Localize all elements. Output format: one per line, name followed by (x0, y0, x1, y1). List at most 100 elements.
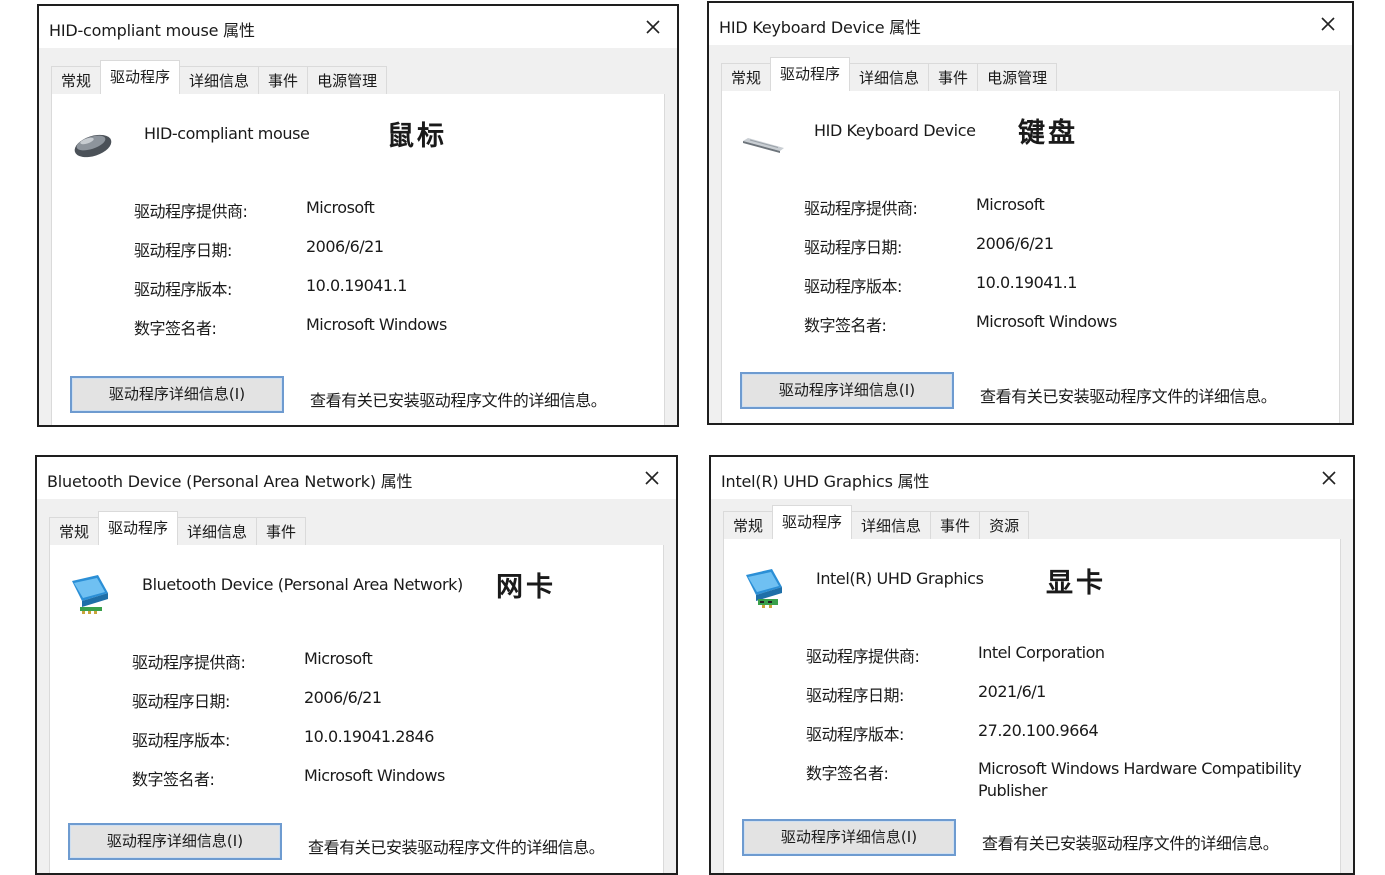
date-value: 2021/6/1 (978, 682, 1046, 701)
close-icon (646, 20, 660, 34)
driver-details-description: 查看有关已安装驱动程序文件的详细信息。 (310, 391, 607, 410)
tab-strip: 常规 驱动程序 详细信息 事件 电源管理 (721, 57, 1058, 91)
provider-label: 驱动程序提供商: (804, 199, 918, 218)
version-value: 10.0.19041.2846 (304, 727, 434, 746)
close-button[interactable] (639, 14, 667, 40)
provider-value: Microsoft (304, 649, 373, 668)
driver-tab-panel: Intel(R) UHD Graphics 显卡 驱动程序提供商: Intel … (723, 539, 1341, 873)
date-value: 2006/6/21 (976, 234, 1054, 253)
display-adapter-icon (742, 565, 788, 611)
driver-details-description: 查看有关已安装驱动程序文件的详细信息。 (980, 387, 1277, 406)
tab-strip: 常规 驱动程序 详细信息 事件 (49, 511, 307, 545)
tab-details[interactable]: 详细信息 (179, 66, 260, 94)
title-bar[interactable]: HID-compliant mouse 属性 (39, 6, 677, 48)
signer-value: Microsoft Windows (304, 766, 445, 785)
driver-details-button[interactable]: 驱动程序详细信息(I) (70, 376, 284, 413)
tab-power-management[interactable]: 电源管理 (977, 63, 1058, 91)
dialog-title: Bluetooth Device (Personal Area Network)… (47, 472, 413, 491)
driver-details-description: 查看有关已安装驱动程序文件的详细信息。 (308, 838, 605, 857)
signer-value: Microsoft Windows (306, 315, 447, 334)
date-label: 驱动程序日期: (806, 686, 904, 705)
tab-details[interactable]: 详细信息 (849, 63, 930, 91)
device-name: Intel(R) UHD Graphics (816, 569, 984, 588)
dialog-title: Intel(R) UHD Graphics 属性 (721, 472, 930, 491)
tab-general[interactable]: 常规 (721, 63, 772, 91)
signer-label: 数字签名者: (804, 316, 887, 335)
title-bar[interactable]: HID Keyboard Device 属性 (709, 3, 1352, 45)
signer-value: Microsoft Windows Hardware Compatibility… (978, 759, 1302, 800)
network-adapter-icon (68, 571, 114, 617)
device-type-annotation: 网卡 (496, 572, 556, 603)
dialog-title: HID Keyboard Device 属性 (719, 18, 921, 37)
keyboard-icon (740, 117, 786, 163)
date-label: 驱动程序日期: (134, 241, 232, 260)
device-name: HID Keyboard Device (814, 121, 976, 140)
tab-events[interactable]: 事件 (258, 66, 309, 94)
version-label: 驱动程序版本: (134, 280, 232, 299)
close-button[interactable] (1314, 11, 1342, 37)
tab-driver[interactable]: 驱动程序 (772, 505, 853, 539)
tab-details[interactable]: 详细信息 (851, 511, 932, 539)
version-value: 27.20.100.9664 (978, 721, 1099, 740)
tab-resources[interactable]: 资源 (979, 511, 1030, 539)
tab-events[interactable]: 事件 (256, 517, 307, 545)
device-type-annotation: 键盘 (1018, 118, 1078, 149)
tab-driver[interactable]: 驱动程序 (98, 511, 179, 545)
close-icon (1321, 17, 1335, 31)
tab-details[interactable]: 详细信息 (177, 517, 258, 545)
tab-strip: 常规 驱动程序 详细信息 事件 电源管理 (51, 60, 388, 94)
mouse-icon (70, 120, 116, 166)
screenshot-canvas: { "labels": { "provider": "驱动程序提供商:", "d… (0, 0, 1385, 875)
version-value: 10.0.19041.1 (306, 276, 407, 295)
provider-label: 驱动程序提供商: (806, 647, 920, 666)
device-name: HID-compliant mouse (144, 124, 310, 143)
driver-details-button[interactable]: 驱动程序详细信息(I) (740, 372, 954, 409)
title-bar[interactable]: Bluetooth Device (Personal Area Network)… (37, 457, 676, 499)
tab-events[interactable]: 事件 (928, 63, 979, 91)
device-type-annotation: 显卡 (1046, 568, 1106, 599)
dialog-title: HID-compliant mouse 属性 (49, 21, 255, 40)
tab-power-management[interactable]: 电源管理 (307, 66, 388, 94)
provider-value: Intel Corporation (978, 643, 1105, 662)
title-bar[interactable]: Intel(R) UHD Graphics 属性 (711, 457, 1353, 499)
tab-general[interactable]: 常规 (723, 511, 774, 539)
bluetooth-pan-properties-dialog: Bluetooth Device (Personal Area Network)… (35, 455, 678, 875)
date-value: 2006/6/21 (304, 688, 382, 707)
signer-label: 数字签名者: (132, 770, 215, 789)
date-value: 2006/6/21 (306, 237, 384, 256)
driver-details-description: 查看有关已安装驱动程序文件的详细信息。 (982, 834, 1279, 853)
tab-events[interactable]: 事件 (930, 511, 981, 539)
tab-general[interactable]: 常规 (49, 517, 100, 545)
close-button[interactable] (1315, 465, 1343, 491)
tab-driver[interactable]: 驱动程序 (100, 60, 181, 94)
signer-label: 数字签名者: (806, 764, 889, 783)
tab-driver[interactable]: 驱动程序 (770, 57, 851, 91)
provider-label: 驱动程序提供商: (134, 202, 248, 221)
signer-label: 数字签名者: (134, 319, 217, 338)
driver-tab-panel: Bluetooth Device (Personal Area Network)… (49, 545, 664, 873)
provider-value: Microsoft (306, 198, 375, 217)
version-label: 驱动程序版本: (806, 725, 904, 744)
device-type-annotation: 鼠标 (387, 121, 447, 152)
close-button[interactable] (638, 465, 666, 491)
signer-value: Microsoft Windows (976, 312, 1117, 331)
date-label: 驱动程序日期: (132, 692, 230, 711)
version-label: 驱动程序版本: (804, 277, 902, 296)
driver-tab-panel: HID Keyboard Device 键盘 驱动程序提供商: Microsof… (721, 91, 1340, 423)
date-label: 驱动程序日期: (804, 238, 902, 257)
close-icon (1322, 471, 1336, 485)
driver-details-button[interactable]: 驱动程序详细信息(I) (742, 819, 956, 856)
version-value: 10.0.19041.1 (976, 273, 1077, 292)
provider-value: Microsoft (976, 195, 1045, 214)
close-icon (645, 471, 659, 485)
tab-strip: 常规 驱动程序 详细信息 事件 资源 (723, 505, 1030, 539)
mouse-properties-dialog: HID-compliant mouse 属性 常规 驱动程序 详细信息 事件 电… (37, 4, 679, 427)
version-label: 驱动程序版本: (132, 731, 230, 750)
tab-general[interactable]: 常规 (51, 66, 102, 94)
graphics-properties-dialog: Intel(R) UHD Graphics 属性 常规 驱动程序 详细信息 事件… (709, 455, 1355, 875)
provider-label: 驱动程序提供商: (132, 653, 246, 672)
driver-tab-panel: HID-compliant mouse 鼠标 驱动程序提供商: Microsof… (51, 94, 665, 425)
keyboard-properties-dialog: HID Keyboard Device 属性 常规 驱动程序 详细信息 事件 电… (707, 1, 1354, 425)
driver-details-button[interactable]: 驱动程序详细信息(I) (68, 823, 282, 860)
device-name: Bluetooth Device (Personal Area Network) (142, 575, 463, 594)
